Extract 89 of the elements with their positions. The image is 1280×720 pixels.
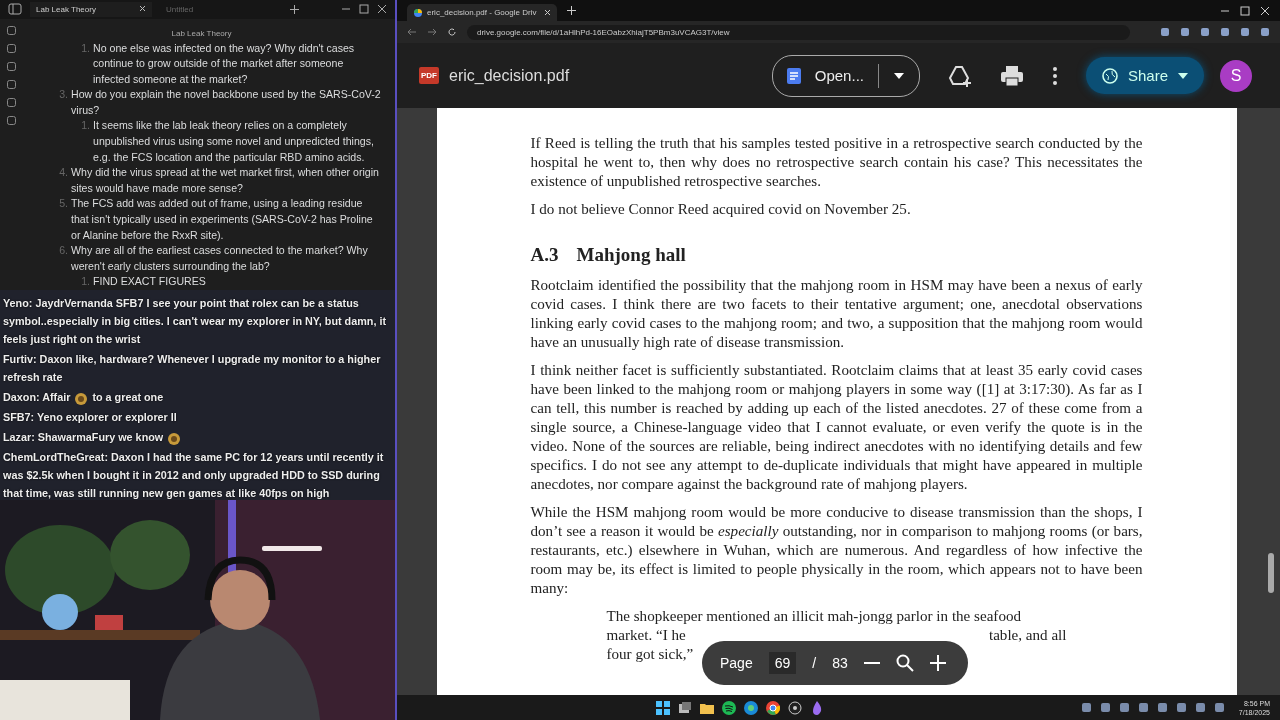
list-item-text: The FCS add was added out of frame, using a leading residue that isn't typically used in experiments (SARS-CoV-2 has Proline or Alanine before the RxxR site). <box>71 196 374 243</box>
page-total: 83 <box>832 655 848 671</box>
ribbon-icon[interactable] <box>5 60 17 72</box>
document-icon <box>786 67 801 84</box>
quote-line: The shopkeeper mentioned an illicit mah-jongg parlor in the seafood <box>606 607 1022 626</box>
browser-icon[interactable] <box>743 700 758 715</box>
caret-icon <box>892 71 905 80</box>
maximize-icon[interactable] <box>1240 5 1250 16</box>
ribbon-icon[interactable] <box>5 114 17 126</box>
close-tab-icon[interactable] <box>139 4 146 12</box>
back-icon[interactable] <box>407 27 417 37</box>
list-number: 1. <box>80 118 90 134</box>
task-view-icon[interactable] <box>677 700 692 715</box>
open-with-button[interactable]: Open... <box>771 54 920 97</box>
tray-icon[interactable] <box>1194 702 1206 713</box>
tray-icon[interactable] <box>1156 702 1168 713</box>
list-item-text: How do you explain the novel backbone used by the SARS-CoV-2 virus? <box>71 87 381 118</box>
paragraph: While the HSM mahjong room would be more conducive to disease transmission than the shops, I don’t see a reason it would be especially outstanding, nor in comparison to mahjong rooms (or bars, restaurants, etc.) elsewhere in Wuhan, which are numerous. And regardless of how infective the room may be, its effect is limited to people physically in the room, which appears not to have been many: <box>530 503 1143 598</box>
chat-message: Lazar: ShawarmaFury we know <box>3 428 392 446</box>
chrome-icon[interactable] <box>765 700 780 715</box>
paragraph: Rootclaim identified the possibility that the mahjong room in HSM may have been a nexus of early covid cases. I think there are two facets to their tentative argument; one, anecdotal observations linking early covid cases to the mahjong room; and two, a supposition that the mahjong room would have an unusually high rate of disease transmission. <box>530 276 1143 352</box>
list-item-text: FIND EXACT FIGURES <box>93 274 206 290</box>
quote-line: market. “I he <box>606 626 686 645</box>
pdf-badge: PDF <box>419 67 439 84</box>
section-heading: Mahjong hall <box>576 245 686 264</box>
close-icon[interactable] <box>1260 5 1270 16</box>
tray-icon[interactable] <box>1175 702 1187 713</box>
zoom-in-icon[interactable] <box>929 655 946 671</box>
caret-icon <box>1178 72 1188 79</box>
quote-line: four got sick,” <box>606 645 694 664</box>
maximize-icon[interactable] <box>359 4 369 15</box>
list-number: 6. <box>58 243 68 259</box>
quote-line: table, and all <box>988 626 1067 645</box>
add-to-drive-icon[interactable] <box>947 64 972 87</box>
chat-message: Daxon: Affair to a great one <box>3 390 165 406</box>
close-icon[interactable] <box>377 4 387 15</box>
file-name: eric_decision.pdf <box>449 66 570 85</box>
new-tab-icon[interactable] <box>290 4 299 14</box>
music-app-icon[interactable] <box>721 700 736 715</box>
record-app-icon[interactable] <box>787 700 802 715</box>
reload-icon[interactable] <box>447 27 457 37</box>
share-button[interactable]: Share <box>1085 57 1204 94</box>
drive-icon <box>413 7 423 18</box>
sidebar-toggle-icon[interactable] <box>8 3 22 16</box>
list-number: 3. <box>58 87 68 103</box>
section-number: A.3 <box>530 245 559 264</box>
list-item-text: It seems like the lab leak theory relies on a completely unpublished virus using some novel and unpredicted things, e.g. the FCS location and the particular RBD amino acids. <box>93 118 375 165</box>
ribbon-icon[interactable] <box>5 24 17 36</box>
zoom-out-icon[interactable] <box>863 661 880 665</box>
forward-icon[interactable] <box>427 27 437 37</box>
chat-message: Yeno: JaydrVernanda SFB7 I see your point that rolex can be a status symbol..especially in big cities. I can't wear my explorer in NY, but damn, it feels just right on the wrist <box>3 296 387 347</box>
tray-icon[interactable] <box>1213 702 1225 713</box>
zoom-icon[interactable] <box>895 654 914 672</box>
list-number: 1. <box>80 274 90 290</box>
address-bar[interactable]: drive.google.com/file/d/1aHlhPd-16EOabzXhiajT5PBm3uVCAG3T/view <box>467 24 1130 40</box>
paragraph: I do not believe Connor Reed acquired covid on November 25. <box>530 200 912 219</box>
ribbon-icon[interactable] <box>5 42 17 54</box>
scrollbar[interactable] <box>1268 553 1274 593</box>
start-icon[interactable] <box>655 700 670 715</box>
tray-icon[interactable] <box>1118 702 1130 713</box>
ribbon-icon[interactable] <box>5 96 17 108</box>
ribbon-icon[interactable] <box>5 78 17 90</box>
more-icon[interactable] <box>1051 65 1058 86</box>
tray-icon[interactable] <box>1080 702 1092 713</box>
close-tab-icon[interactable] <box>544 9 551 16</box>
paragraph: I think neither facet is sufficiently substantiated. Rootclaim claims that at least 35 early covid cases have been linked to the mahjong room or mahjong players in some way ([1] at 3:17:30). As far as I can tell, this number is reached by adding up each of the listed anecdotes. 27 of these come from a single source, a Chinese-language video that I cannot evaluate, or even verify the quote is in the video. None of the sources are reliable, being indirect anecdotes with no identifying details and few specifics. I do not see any attempt to de-duplicate individuals that might have appeared in multiple anecdotes, nor compare against the background rate of mahjong players. <box>530 361 1143 494</box>
chat-message: SFB7: Yeno explorer or explorer II <box>3 410 178 425</box>
list-item-text: Why are all of the earliest cases connected to the market? Why weren't early clusters surrounding the lab? <box>71 243 369 274</box>
list-number: 1. <box>80 40 90 56</box>
emote-icon <box>167 431 182 445</box>
list-number: 5. <box>58 196 68 212</box>
account-avatar[interactable]: S <box>1220 59 1252 92</box>
list-number: 4. <box>58 165 68 181</box>
list-item-text: Why did the virus spread at the wet market first, when other origin sites would have made more sense? <box>71 165 380 196</box>
new-tab-icon[interactable] <box>567 6 576 15</box>
page-label: Page <box>720 655 753 671</box>
paragraph: If Reed is telling the truth that his samples tested positive in a retrospective search conducted by the hospital he went to, then why does no retrospective search contain his case? This necessitates the existence of unpublished retrospective searches. <box>530 134 1143 191</box>
note-tab[interactable]: Lab Leak Theory <box>30 1 152 17</box>
tray-icon[interactable] <box>1137 702 1149 713</box>
chat-message: ChemLordTheGreat: Daxon I had the same PC for 12 years until recently it was $2.5k when I bought it in 2012 and only upgraded HDD to SSD during that time, was still running new gen games at like 40fps on high <box>3 450 385 500</box>
page-separator: / <box>812 655 817 671</box>
tray-icon[interactable] <box>1099 702 1111 713</box>
print-icon[interactable] <box>999 64 1024 87</box>
page-number-field[interactable]: 69 <box>768 652 797 674</box>
note-title: Lab Leak Theory <box>171 28 232 38</box>
browser-tab[interactable]: eric_decision.pdf - Google Driv <box>407 4 557 21</box>
globe-icon <box>1101 67 1118 84</box>
list-item-text: No one else was infected on the way? Why didn't cases continue to grow outside of the market after someone infected someone at the market? <box>93 40 356 87</box>
emote-icon <box>74 391 89 405</box>
